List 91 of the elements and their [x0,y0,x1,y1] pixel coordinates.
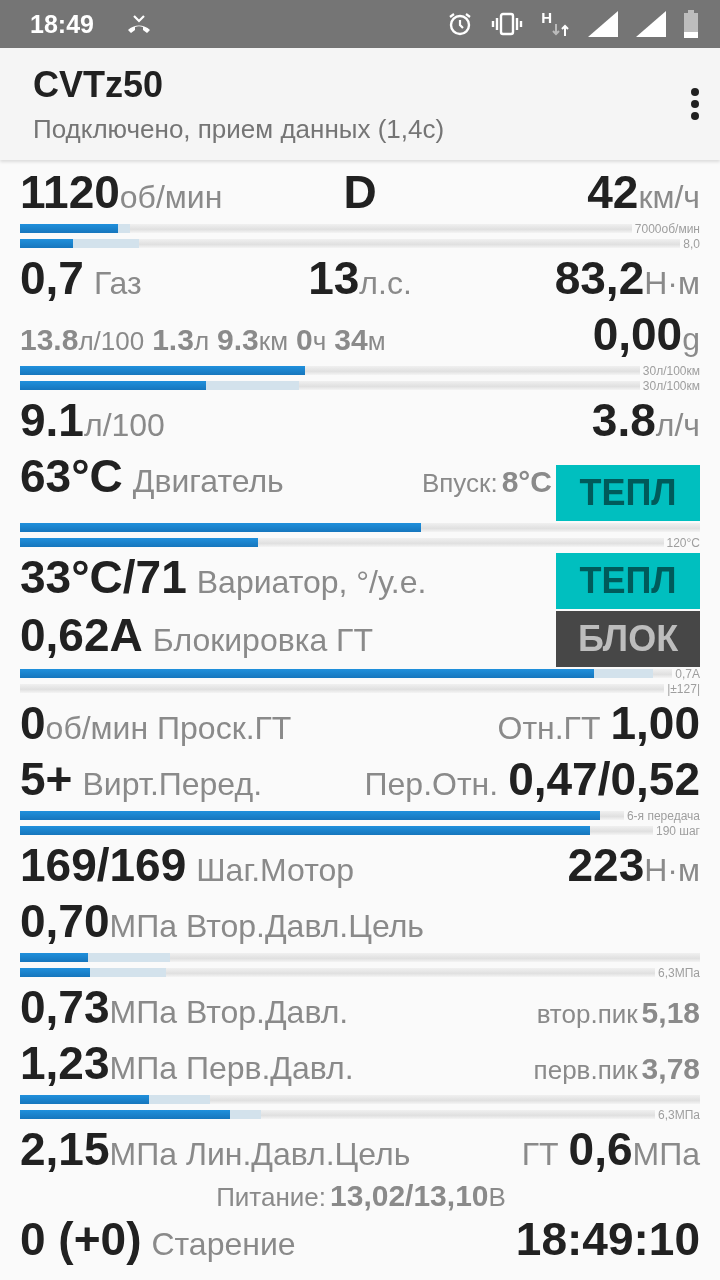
reading-value: 0,62A [20,609,143,662]
unit-label: Н·м [644,265,700,302]
unit-label: л [193,326,210,357]
unit-label: км/ч [638,179,700,216]
reading-value: 1,23 [20,1037,110,1090]
unit-label: МПа [632,1136,700,1173]
reading-value: 1,00 [610,697,700,750]
unit-label: м [367,326,386,357]
reading-value: D [343,166,377,219]
reading-value: 0 (+0) [20,1213,142,1266]
scale-label: 120°C [666,536,700,549]
scale-label: 30л/100км [642,379,700,392]
stat-value: 9.3 [217,323,259,357]
param-label: Блокировка ГТ [152,622,373,659]
stat-value: 8°C [501,465,552,499]
unit-label: МПа Лин.Давл.Цель [109,1136,411,1173]
app-title: CVTz50 [33,63,165,106]
param-label: Отн.ГТ [497,710,601,747]
reading-value: 18:49:10 [515,1213,700,1266]
unit-label: МПа Втор.Давл.Цель [109,908,424,945]
reading-value: 13 [308,252,360,305]
reading-value: 1120 [20,166,120,219]
signal-icon [636,11,666,37]
reading-value: 0,00 [592,308,683,361]
unit-label: В [488,1182,506,1213]
unit-label: Н·м [644,852,700,889]
param-label: Впуск: [421,468,498,499]
scale-label: 6,3МПа [658,1108,700,1121]
scale-label: 30л/100км [642,364,700,377]
stat-value: 3,78 [641,1052,700,1086]
vibrate-icon [491,12,524,36]
param-label: Старение [151,1226,296,1263]
unit-label: л.с. [359,265,412,302]
param-label: Вирт.Перед. [82,766,262,803]
reading-value: 3.8 [591,394,656,447]
reading-value: 0,70 [20,895,110,948]
signal-icon [588,11,618,37]
reading-value: 223 [567,839,645,892]
unit-label: л/ч [655,407,700,444]
unit-label: л/100 [78,326,145,357]
scale-label: 190 шаг [655,824,700,837]
param-label: Двигатель [132,463,284,500]
scale-label: 7000об/мин [634,222,700,235]
reading-value: 0 [20,697,46,750]
param-label: Шаг.Мотор [196,852,355,889]
reading-value: 2,15 [20,1123,110,1176]
stat-value: 34 [334,323,368,357]
reading-value: 0,73 [20,981,110,1034]
stat-value: 1.3 [152,323,194,357]
param-label: Пер.Отн. [364,766,499,803]
stat-value: 0 [296,323,313,357]
clock-time: 18:49 [30,9,94,39]
reading-value: 0,47/0,52 [508,753,700,806]
reading-value: 9.1 [20,394,84,447]
stat-value: 13,02/13,10 [330,1179,489,1213]
reading-value: 83,2 [554,252,645,305]
param-label: ГТ [521,1136,559,1173]
reading-value: 0,6 [568,1123,633,1176]
param-label: Питание: [216,1182,326,1213]
status-badge: ТЕПЛ [556,553,700,609]
reading-value: 63°C [20,450,123,503]
scale-label: 6,3МПа [658,966,700,979]
unit-label: об/мин [119,179,223,216]
param-label: перв.пик [533,1055,638,1086]
unit-label: л/100 [83,407,165,444]
connection-status: Подключено, прием данных (1,4с) [33,113,446,145]
stat-value: 5,18 [641,996,700,1030]
scale-label: |±127| [667,682,700,695]
reading-value: 169/169 [20,839,187,892]
stat-value: 13.8 [20,323,79,357]
status-badge: БЛОК [556,611,700,667]
scale-label: 0,7A [675,667,700,680]
unit-label: МПа Втор.Давл. [109,994,349,1031]
unit-label: км [258,326,289,357]
battery-icon [684,10,698,38]
unit-label: МПа Перв.Давл. [109,1050,354,1087]
param-label: втор.пик [536,999,638,1030]
more-menu-icon[interactable] [690,87,700,121]
param-label: Газ [93,265,142,302]
status-badge: ТЕПЛ [556,465,700,521]
unit-label: g [682,321,700,358]
param-label: Вариатор, °/у.е. [196,564,427,601]
scale-label: 8,0 [683,237,700,250]
scale-label: 6-я передача [626,809,700,822]
reading-value: 33°C/71 [20,551,187,604]
reading-value: 5+ [20,753,73,806]
unit-label: ч [312,326,327,357]
unit-label: об/мин Проск.ГТ [45,710,292,747]
reading-value: 42 [587,166,639,219]
mobile-data-indicator: H [541,10,570,38]
reading-value: 0,7 [20,252,84,305]
